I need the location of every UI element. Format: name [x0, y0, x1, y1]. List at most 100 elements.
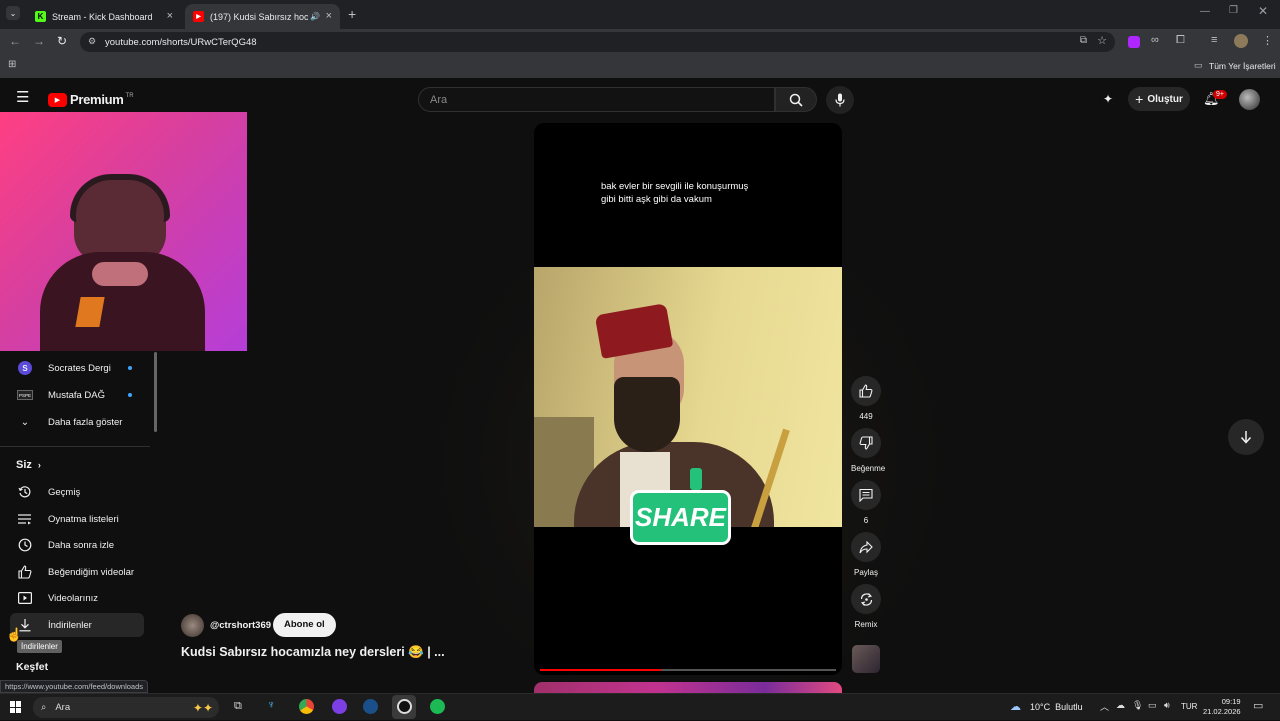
discord-taskbar-icon[interactable] [332, 699, 347, 714]
all-bookmarks-link[interactable]: Tüm Yer İşaretleri [1209, 61, 1276, 71]
audio-track-thumbnail[interactable] [852, 645, 880, 673]
apps-grid-icon[interactable]: ⊞ [8, 59, 16, 70]
weather-text[interactable]: 10°C Bulutlu [1030, 702, 1083, 712]
extension-icon[interactable]: ∞ [1151, 34, 1159, 46]
speaker-icon[interactable]: 🔊 [310, 12, 320, 21]
comments-button[interactable] [851, 480, 881, 510]
share-action[interactable]: Paylaş [851, 532, 881, 577]
back-icon[interactable]: ← [9, 34, 21, 48]
voice-search-button[interactable] [826, 86, 854, 114]
notification-center-icon[interactable]: ▭ [1253, 699, 1263, 712]
cast-icon[interactable]: ⧉ [1080, 35, 1087, 46]
chevron-up-icon[interactable]: ︿ [1100, 700, 1109, 713]
tab-title: (197) Kudsi Sabırsız hocamı [210, 11, 308, 22]
sidebar-you-heading[interactable]: Siz › [16, 459, 41, 471]
channel-name[interactable]: @ctrshort369 [210, 620, 271, 631]
share-button[interactable] [851, 532, 881, 562]
site-info-icon[interactable]: ⚙ [88, 36, 96, 47]
app-icon[interactable]: ♆ [267, 699, 275, 711]
caption-line: gibi bitti aşk gibi da vakum [601, 194, 712, 205]
extension-icon[interactable] [1128, 36, 1140, 48]
video-progress-track[interactable] [540, 669, 836, 671]
short-title[interactable]: Kudsi Sabırsız hocamızla ney dersleri 😂 … [181, 645, 445, 660]
dislike-action[interactable]: Beğenme [851, 428, 885, 473]
close-window-button[interactable]: ✕ [1258, 4, 1268, 18]
task-view-icon[interactable]: ⧉ [234, 700, 242, 713]
sidebar-subscription-socrates-dergi[interactable]: S Socrates Dergi [10, 356, 144, 380]
sidebar-item-history[interactable]: Geçmiş [10, 480, 144, 504]
close-icon[interactable]: × [326, 10, 332, 22]
subscribe-button[interactable]: Abone ol [273, 613, 336, 637]
obs-taskbar-button[interactable] [392, 695, 416, 719]
channel-avatar: S [18, 361, 32, 375]
chrome-taskbar-icon[interactable] [299, 699, 314, 714]
tab-kick-dashboard[interactable]: K Stream - Kick Dashboard × [27, 4, 181, 29]
windows-start-icon[interactable] [10, 701, 22, 713]
steam-taskbar-icon[interactable] [363, 699, 378, 714]
ai-sparkle-icon[interactable]: ✦ [1103, 92, 1113, 106]
like-button[interactable] [851, 376, 881, 406]
remix-button[interactable] [851, 584, 881, 614]
sidebar-item-label: Daha fazla göster [48, 416, 123, 428]
chrome-menu-icon[interactable]: ⋮ [1262, 34, 1273, 47]
search-icon [789, 93, 803, 107]
channel-avatar[interactable] [181, 614, 204, 637]
sidebar-item-your-videos[interactable]: Videolarınız [10, 586, 144, 610]
sidebar-item-label: Mustafa DAĞ [48, 389, 106, 401]
new-tab-button[interactable]: + [348, 6, 356, 22]
minimize-button[interactable]: — [1200, 6, 1210, 17]
channel-avatar: PSPE [17, 390, 33, 400]
create-button[interactable]: + Oluştur [1128, 87, 1190, 111]
comments-action[interactable]: 6 [851, 480, 881, 525]
search-input[interactable]: Ara [418, 87, 775, 112]
tab-search-button[interactable]: ⌄ [6, 6, 20, 20]
sidebar-scrollbar[interactable] [154, 352, 157, 432]
notification-badge: 9+ [1213, 90, 1227, 99]
comment-icon [859, 488, 873, 502]
hamburger-menu-icon[interactable]: ☰ [16, 90, 29, 105]
next-short-preview[interactable] [534, 682, 842, 693]
reload-icon[interactable]: ↻ [57, 34, 67, 48]
share-sticker-text: SHARE [630, 490, 731, 545]
address-bar[interactable]: ⚙ youtube.com/shorts/URwCTerQG48 ⧉ ☆ [80, 32, 1115, 52]
youtube-premium-logo[interactable]: ▶ Premium TR [48, 92, 134, 107]
like-action[interactable]: 449 [851, 376, 881, 421]
taskbar-search-placeholder: Ara [55, 702, 71, 713]
sidebar-explore-heading: Keşfet [16, 661, 49, 673]
shorts-video-player[interactable]: bak evler bir sevgili ile konuşurmuş gib… [534, 123, 842, 675]
youtube-logo-icon: ▶ [48, 92, 67, 107]
tab-youtube-short[interactable]: ▶ (197) Kudsi Sabırsız hocamı 🔊 × [185, 4, 340, 29]
microphone-icon[interactable]: 🎙︎ [1132, 700, 1143, 711]
network-icon[interactable]: ▭ [1148, 700, 1157, 711]
account-avatar[interactable] [1239, 89, 1260, 110]
tray-icon[interactable]: ☁ [1116, 700, 1125, 711]
sidebar-item-playlists[interactable]: Oynatma listeleri [10, 507, 144, 531]
spotify-taskbar-icon[interactable] [430, 699, 445, 714]
language-indicator[interactable]: TUR [1181, 702, 1197, 711]
share-arrow-icon [859, 540, 873, 553]
sidebar-show-more[interactable]: ⌄ Daha fazla göster [10, 410, 144, 434]
extensions-puzzle-icon[interactable]: ⧠ [1176, 34, 1185, 47]
remix-action[interactable]: Remix [851, 584, 881, 629]
taskbar-clock[interactable]: 09:19 21.02.2026 [1203, 697, 1241, 717]
comment-count: 6 [863, 516, 869, 525]
forward-icon[interactable]: → [33, 34, 45, 48]
profile-avatar[interactable] [1234, 34, 1248, 48]
sidebar-item-downloads[interactable]: İndirilenler [10, 613, 144, 637]
sidebar-subscription-mustafa-dag[interactable]: PSPE Mustafa DAĞ [10, 383, 144, 407]
bookmark-star-icon[interactable]: ☆ [1097, 34, 1107, 47]
volume-icon[interactable]: 🔊︎ [1164, 700, 1170, 711]
search-button[interactable] [775, 87, 817, 112]
restore-button[interactable]: ❐ [1229, 5, 1238, 16]
close-icon[interactable]: × [167, 10, 173, 22]
media-control-icon[interactable]: ≡ [1211, 34, 1217, 46]
logo-text: Premium [70, 92, 124, 107]
next-short-button[interactable] [1228, 419, 1264, 455]
logo-region: TR [125, 92, 134, 99]
dislike-button[interactable] [851, 428, 881, 458]
taskbar-search[interactable]: ⌕ Ara ✦✦ [33, 697, 219, 718]
sidebar-item-watch-later[interactable]: Daha sonra izle [10, 533, 144, 557]
share-sticker: SHARE [630, 468, 731, 545]
sidebar-item-liked-videos[interactable]: Beğendiğim videolar [10, 560, 144, 584]
section-title: Siz [16, 459, 32, 471]
